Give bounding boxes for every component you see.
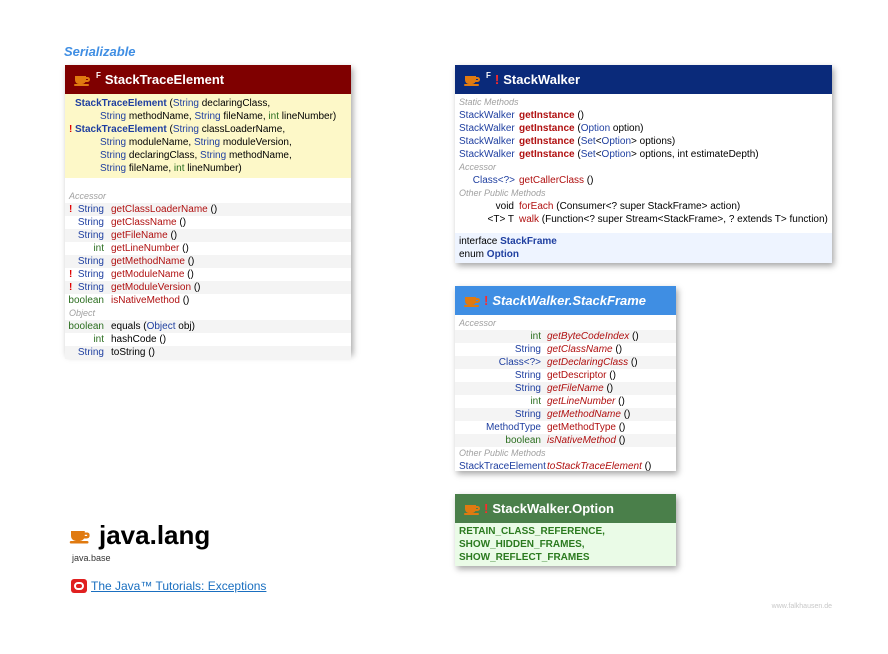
nested-type-row[interactable]: interface StackFrame: [455, 235, 832, 248]
enum-constant[interactable]: SHOW_REFLECT_FRAMES: [455, 551, 676, 564]
category-label-accessor: Accessor: [459, 318, 497, 328]
method-row[interactable]: String getMethodName (): [65, 255, 351, 268]
coffee-cup-icon: [69, 527, 93, 545]
method-row[interactable]: ! String getModuleVersion (): [65, 281, 351, 294]
method-row[interactable]: String getClassName (): [455, 343, 676, 356]
constructor-line: String moduleName, String moduleVersion,: [100, 137, 292, 148]
interface-title: StackWalker.StackFrame: [492, 293, 647, 308]
coffee-cup-icon: [464, 294, 482, 308]
class-header: F ! StackWalker: [455, 65, 832, 94]
method-row[interactable]: int hashCode (): [65, 333, 351, 346]
tutorial-link-row[interactable]: The Java™ Tutorials: Exceptions: [71, 579, 266, 593]
method-row[interactable]: boolean isNativeMethod (): [455, 434, 676, 447]
enum-title: StackWalker.Option: [492, 501, 614, 516]
nested-types-section: interface StackFrame enum Option: [455, 233, 832, 263]
method-row[interactable]: String getFileName (): [65, 229, 351, 242]
class-box-stackframe[interactable]: ! StackWalker.StackFrame Accessor int get…: [455, 286, 676, 473]
package-label: java.lang java.base: [69, 520, 211, 563]
method-row[interactable]: boolean isNativeMethod (): [65, 294, 351, 307]
category-label-other: Other Public Methods: [459, 448, 546, 458]
class-title: StackWalker: [503, 72, 581, 87]
method-row[interactable]: <T> Twalk (Function<? super Stream<Stack…: [455, 213, 832, 226]
method-row[interactable]: boolean equals (Object obj): [65, 320, 351, 333]
new-in-version-marker: !: [484, 501, 489, 516]
method-row[interactable]: int getLineNumber (): [455, 395, 676, 408]
method-row[interactable]: MethodType getMethodType (): [455, 421, 676, 434]
method-row[interactable]: ! String getModuleName (): [65, 268, 351, 281]
final-modifier: F: [96, 71, 101, 80]
new-in-version-marker: !: [484, 293, 489, 308]
enum-constant[interactable]: SHOW_HIDDEN_FRAMES,: [455, 538, 676, 551]
method-row[interactable]: ! String getClassLoaderName (): [65, 203, 351, 216]
class-header: F StackTraceElement: [65, 65, 351, 94]
credit-text: www.falkhausen.de: [771, 603, 832, 610]
final-modifier: F: [486, 71, 491, 80]
module-name: java.base: [72, 553, 111, 563]
category-label-accessor: Accessor: [69, 191, 107, 201]
constructor-line[interactable]: StackTraceElement (String declaringClass…: [65, 97, 351, 110]
method-row[interactable]: String getFileName (): [455, 382, 676, 395]
interface-header: ! StackWalker.StackFrame: [455, 286, 676, 315]
nested-type-row[interactable]: enum Option: [455, 248, 832, 261]
class-box-stacktraceelement[interactable]: F StackTraceElement StackTraceElement (S…: [65, 65, 351, 359]
method-row[interactable]: StackWalker getInstance (): [455, 109, 832, 122]
category-label-accessor: Accessor: [459, 162, 497, 172]
category-label-other: Other Public Methods: [459, 188, 546, 198]
method-row[interactable]: StackTraceElement toStackTraceElement (): [455, 460, 676, 473]
serializable-label: Serializable: [64, 44, 136, 59]
method-row[interactable]: int getByteCodeIndex (): [455, 330, 676, 343]
oracle-logo-icon: [71, 579, 87, 593]
category-label-object: Object: [69, 308, 96, 318]
enum-constant[interactable]: RETAIN_CLASS_REFERENCE,: [455, 525, 676, 538]
method-row[interactable]: StackWalker getInstance (Option option): [455, 122, 832, 135]
new-in-version-marker: !: [494, 72, 500, 87]
method-row[interactable]: String getDescriptor (): [455, 369, 676, 382]
class-box-stackwalker[interactable]: F ! StackWalker Static Methods StackWalk…: [455, 65, 832, 263]
method-row[interactable]: StackWalker getInstance (Set<Option> opti…: [455, 135, 832, 148]
category-label-static: Static Methods: [459, 97, 519, 107]
coffee-cup-icon: [74, 73, 92, 87]
coffee-cup-icon: [464, 73, 482, 87]
method-row[interactable]: int getLineNumber (): [65, 242, 351, 255]
constructor-line[interactable]: ! StackTraceElement (String classLoaderN…: [65, 123, 351, 136]
tutorial-link[interactable]: The Java™ Tutorials: Exceptions: [91, 579, 266, 593]
constructor-line: String fileName, int lineNumber): [100, 163, 242, 174]
constructors-section: StackTraceElement (String declaringClass…: [65, 94, 351, 178]
constructor-line: String methodName, String fileName, int …: [100, 111, 337, 122]
method-row[interactable]: StackWalker getInstance (Set<Option> opti…: [455, 148, 832, 161]
package-name: java.lang: [99, 520, 211, 550]
method-row[interactable]: String toString (): [65, 346, 351, 359]
method-row[interactable]: String getMethodName (): [455, 408, 676, 421]
class-title: StackTraceElement: [104, 72, 225, 87]
method-row[interactable]: String getClassName (): [65, 216, 351, 229]
method-row[interactable]: Class<?> getCallerClass (): [455, 174, 832, 187]
method-row[interactable]: Class<?> getDeclaringClass (): [455, 356, 676, 369]
coffee-cup-icon: [464, 502, 482, 516]
enum-box-option[interactable]: ! StackWalker.Option RETAIN_CLASS_REFERE…: [455, 494, 676, 566]
constructor-line: String declaringClass, String methodName…: [100, 150, 292, 161]
enum-header: ! StackWalker.Option: [455, 494, 676, 523]
method-row[interactable]: void forEach (Consumer<? super StackFrame…: [455, 200, 832, 213]
